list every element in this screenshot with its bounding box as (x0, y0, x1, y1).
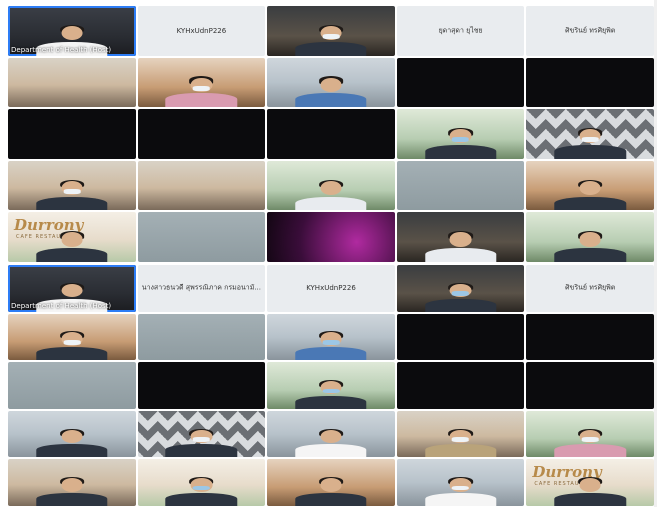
participant-tile[interactable] (267, 362, 395, 409)
participant-tile[interactable]: ยุดาสุดา ยุไชย (396, 6, 525, 56)
participant-tile[interactable] (396, 160, 525, 211)
participant-tile[interactable] (526, 410, 654, 458)
participant-tile[interactable]: ศิขรินย์ ทรศิยุพิต (526, 6, 654, 56)
participant-video (36, 231, 108, 262)
participant-tile-host[interactable]: Department of Health (Host) (8, 6, 136, 56)
participant-tile[interactable] (8, 109, 136, 159)
participant-tile[interactable] (396, 313, 525, 361)
participant-video (424, 282, 497, 312)
participant-tile[interactable] (396, 212, 525, 262)
participant-tile[interactable] (267, 410, 395, 458)
participant-video (424, 477, 497, 506)
participant-tile[interactable]: KYHxUdnP226 (267, 265, 395, 312)
participant-tile[interactable] (396, 410, 525, 458)
participant-name-label: ศิขรินย์ ทรศิยุพิต (565, 283, 616, 292)
participant-video (165, 76, 238, 108)
participant-tile[interactable] (267, 459, 395, 506)
participant-video (424, 128, 497, 159)
participant-tile[interactable] (8, 160, 136, 211)
participant-tile[interactable]: Durrony CAFE RESTAURANT (526, 459, 654, 506)
participant-tile[interactable] (8, 313, 136, 361)
participant-video (295, 179, 367, 211)
participant-tile[interactable] (8, 459, 136, 506)
participant-tile[interactable] (526, 57, 654, 108)
participant-tile[interactable]: KYHxUdnP226 (137, 6, 266, 56)
participant-tile[interactable] (526, 160, 654, 211)
participant-tile[interactable] (137, 160, 266, 211)
gallery-view-top: Department of Health (Host) KYHxUdnP226 … (8, 6, 654, 262)
participant-name-label: Department of Health (Host) (11, 45, 112, 54)
participant-video (36, 477, 108, 506)
participant-video (554, 231, 626, 262)
participant-video (424, 231, 497, 262)
participant-video (295, 24, 367, 56)
participant-tile[interactable] (137, 410, 266, 458)
participant-name-label: ศิขรินย์ ทรศิยุพิต (565, 26, 616, 35)
participant-tile[interactable] (267, 313, 395, 361)
participant-tile[interactable] (8, 410, 136, 458)
participant-video (165, 477, 238, 506)
participant-video (554, 179, 626, 211)
participant-tile[interactable] (396, 459, 525, 506)
participant-video (36, 331, 108, 361)
participant-tile-host[interactable]: Department of Health (Host) (8, 265, 136, 312)
participant-video (36, 428, 108, 458)
participant-tile[interactable] (137, 57, 266, 108)
participant-video (554, 128, 626, 159)
participant-video (165, 428, 238, 458)
participant-tile[interactable] (396, 362, 525, 409)
participant-tile[interactable] (526, 313, 654, 361)
participant-name-label: นางสาวธนวดี สุพรรณิภาค กรมอนามั... (141, 283, 261, 292)
participant-tile[interactable]: นางสาวธนวดี สุพรรณิภาค กรมอนามั... (137, 265, 266, 312)
participant-tile[interactable]: Durrony CAFE RESTAURANT (8, 212, 136, 262)
participant-tile[interactable] (8, 57, 136, 108)
participant-name-label: KYHxUdnP226 (176, 26, 227, 35)
participant-tile[interactable] (396, 265, 525, 312)
participant-tile[interactable] (267, 212, 395, 262)
participant-tile[interactable] (396, 57, 525, 108)
participant-video (554, 428, 626, 458)
participant-video (424, 428, 497, 458)
participant-video (295, 428, 367, 458)
participant-tile[interactable] (267, 6, 395, 56)
participant-tile[interactable] (267, 160, 395, 211)
participant-tile[interactable] (137, 109, 266, 159)
participant-tile[interactable] (526, 362, 654, 409)
participant-tile[interactable] (8, 362, 136, 409)
participant-tile[interactable] (526, 212, 654, 262)
participant-tile[interactable] (137, 459, 266, 506)
participant-video (554, 477, 626, 506)
participant-name-label: Department of Health (Host) (11, 301, 112, 310)
participant-video (295, 76, 367, 108)
participant-tile[interactable]: ศิขรินย์ ทรศิยุพิต (526, 265, 654, 312)
participant-tile[interactable] (526, 109, 654, 159)
participant-tile[interactable] (267, 109, 395, 159)
participant-tile[interactable] (137, 212, 266, 262)
participant-tile[interactable] (137, 313, 266, 361)
participant-name-label: ยุดาสุดา ยุไชย (438, 26, 483, 35)
participant-video (36, 179, 108, 211)
participant-tile[interactable] (267, 57, 395, 108)
gallery-view-bottom: Department of Health (Host) นางสาวธนวดี … (8, 265, 654, 506)
participant-name-label: KYHxUdnP226 (306, 284, 356, 293)
participant-video (295, 331, 367, 361)
participant-video (295, 477, 367, 506)
participant-video (295, 379, 367, 409)
participant-tile[interactable] (137, 362, 266, 409)
participant-tile[interactable] (396, 109, 525, 159)
